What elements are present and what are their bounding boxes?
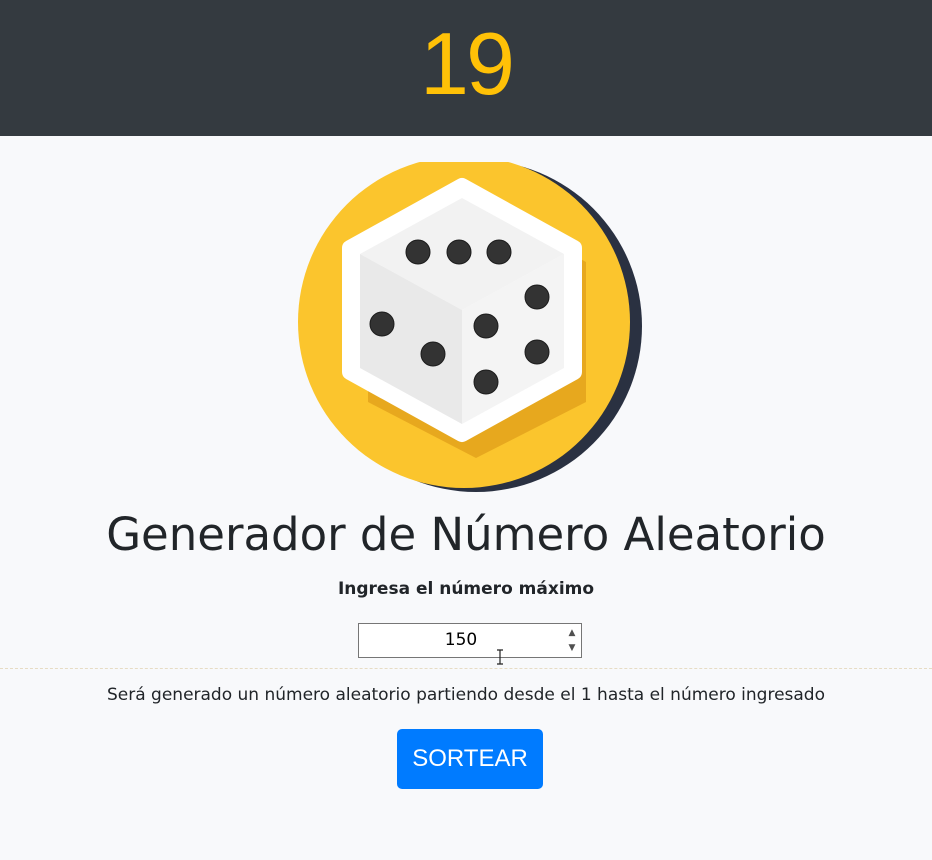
number-spinner[interactable]: ▲ ▼ (565, 626, 579, 655)
dice-icon (298, 162, 642, 492)
max-number-value[interactable]: 150 (359, 624, 563, 657)
page-title: Generador de Número Aleatorio (106, 508, 826, 561)
pip (524, 339, 550, 365)
section-divider (0, 668, 932, 669)
max-number-label: Ingresa el número máximo (337, 579, 595, 599)
spinner-up-icon[interactable]: ▲ (565, 626, 579, 640)
pip (473, 369, 499, 395)
pip (420, 341, 446, 367)
pip (486, 239, 512, 265)
pip (405, 239, 431, 265)
pip (369, 311, 395, 337)
pip (524, 284, 550, 310)
text-cursor-icon (497, 649, 503, 665)
range-hint: Será generado un número aleatorio partie… (106, 685, 825, 705)
spinner-down-icon[interactable]: ▼ (565, 641, 579, 655)
result-banner: 19 (0, 0, 932, 136)
generated-number: 19 (420, 14, 515, 113)
pip (473, 313, 499, 339)
draw-button[interactable]: SORTEAR (397, 729, 543, 789)
pip (446, 239, 472, 265)
max-number-input[interactable]: 150 ▲ ▼ (358, 623, 582, 658)
